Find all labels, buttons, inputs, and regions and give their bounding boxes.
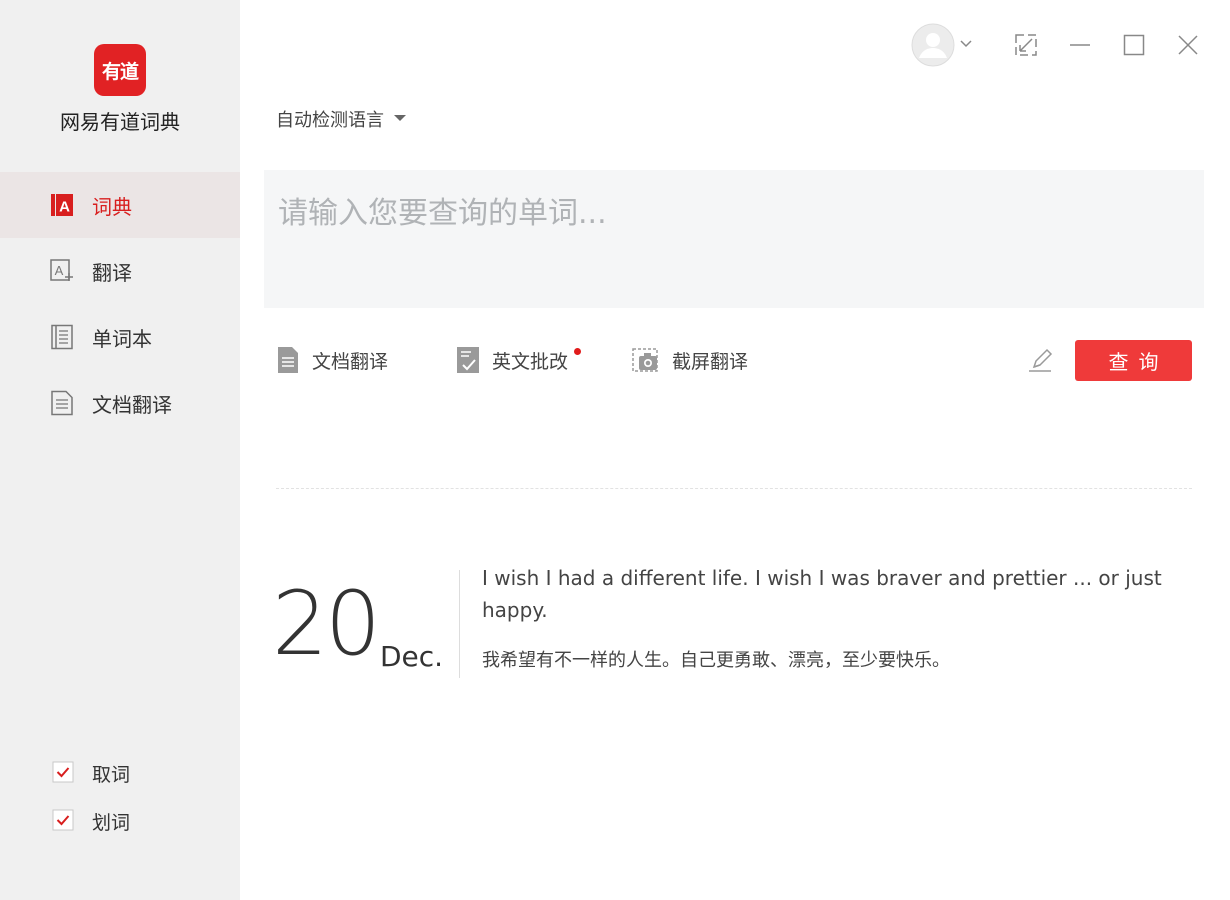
maximize-icon[interactable]	[1122, 33, 1146, 57]
screenshot-translate-button[interactable]: 截屏翻译	[632, 346, 748, 374]
tool-label: 文档翻译	[312, 350, 389, 373]
language-select-label: 自动检测语言	[276, 110, 384, 131]
daily-separator	[459, 570, 460, 678]
document-icon	[51, 390, 73, 416]
sidebar: 有道 网易有道词典 A 词典 A 翻译 单词本 文档翻译 取词 划词	[0, 0, 240, 900]
app-logo: 有道	[94, 44, 146, 96]
sidebar-item-label: 词典	[92, 194, 132, 219]
select-word-label: 划词	[92, 812, 131, 834]
app-name: 网易有道词典	[60, 110, 180, 134]
sidebar-item-translate[interactable]: A 翻译	[0, 238, 240, 304]
translate-icon: A	[50, 259, 73, 281]
caret-down-icon	[394, 115, 406, 121]
divider	[276, 488, 1192, 489]
daily-quote-chinese[interactable]: 我希望有不一样的人生。自己更勇敢、漂亮，至少要快乐。	[482, 646, 1202, 672]
essay-correct-button[interactable]: 英文批改	[456, 346, 568, 374]
sidebar-item-label: 单词本	[92, 326, 152, 351]
close-icon[interactable]	[1176, 33, 1200, 57]
svg-text:A: A	[59, 199, 70, 216]
minimize-icon[interactable]	[1068, 33, 1092, 57]
sidebar-item-document[interactable]: 文档翻译	[0, 370, 240, 436]
daily-date-month: Dec.	[380, 640, 444, 673]
search-input[interactable]	[264, 170, 1204, 308]
tool-label: 截屏翻译	[672, 350, 749, 373]
new-badge-dot	[574, 348, 581, 355]
wordbook-icon	[51, 324, 73, 350]
handwriting-icon[interactable]	[1026, 347, 1054, 375]
sidebar-item-label: 文档翻译	[92, 392, 172, 417]
svg-text:A: A	[55, 263, 64, 278]
tool-label: 英文批改	[492, 350, 569, 373]
language-select[interactable]: 自动检测语言	[276, 106, 406, 132]
daily-quote-english[interactable]: I wish I had a different life. I wish I …	[482, 562, 1202, 626]
search-input-box	[264, 170, 1204, 308]
capture-word-checkbox[interactable]	[52, 761, 74, 783]
capture-word-label: 取词	[92, 764, 131, 786]
essay-correct-icon	[457, 347, 479, 373]
daily-date-day: 20	[272, 572, 381, 675]
screenshot-translate-icon	[632, 348, 658, 372]
document-translate-icon	[278, 347, 298, 373]
sidebar-item-label: 翻译	[92, 260, 132, 285]
query-button[interactable]: 查询	[1075, 340, 1192, 381]
user-avatar-button[interactable]	[910, 22, 976, 72]
sidebar-item-dictionary[interactable]: A 词典	[0, 172, 240, 238]
avatar	[911, 23, 972, 67]
mini-mode-icon[interactable]	[1014, 33, 1038, 57]
sidebar-item-wordbook[interactable]: 单词本	[0, 304, 240, 370]
select-word-checkbox[interactable]	[52, 809, 74, 831]
dictionary-icon: A	[51, 194, 73, 216]
document-translate-button[interactable]: 文档翻译	[276, 346, 388, 374]
